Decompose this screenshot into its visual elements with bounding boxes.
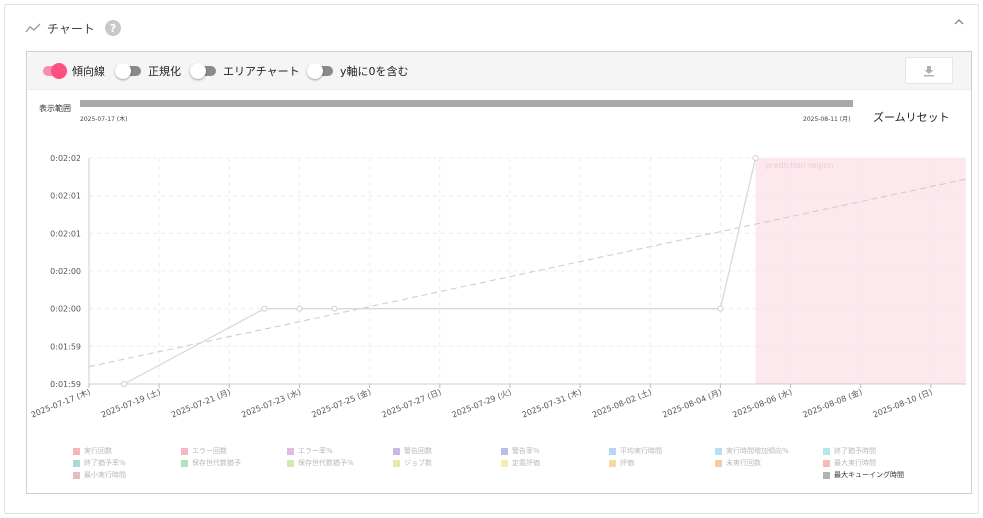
legend-label: 終了猶予率% — [84, 459, 126, 467]
y-tick-label: 0:02:00 — [50, 267, 81, 276]
legend-label: 警告回数 — [404, 447, 432, 455]
legend-swatch — [393, 459, 400, 467]
legend-item[interactable]: 保存世代数猶予% — [287, 458, 354, 468]
legend-item[interactable]: 評価 — [609, 458, 634, 468]
legend-item[interactable]: エラー回数 — [181, 446, 227, 456]
y-tick-label: 0:02:02 — [50, 154, 81, 163]
legend-item[interactable]: 警告回数 — [393, 446, 432, 456]
x-tick-label: 2025-08-02 (土) — [591, 387, 653, 420]
legend-swatch — [501, 459, 508, 467]
legend-label: ジョブ数 — [404, 459, 432, 467]
legend-label: 最大実行時間 — [834, 459, 876, 467]
legend-swatch — [287, 447, 294, 455]
legend-label: 定義評価 — [512, 459, 540, 467]
legend-label: 警告率% — [512, 447, 540, 455]
legend-swatch — [715, 459, 722, 467]
data-point — [331, 305, 338, 312]
legend-swatch — [393, 447, 400, 455]
help-icon[interactable]: ? — [104, 20, 121, 36]
legend-label: 保存世代数猶予 — [192, 459, 241, 467]
legend-swatch — [73, 447, 80, 455]
legend-item[interactable]: 定義評価 — [501, 458, 540, 468]
x-tick-label: 2025-07-19 (土) — [99, 387, 161, 420]
legend-swatch — [823, 459, 830, 467]
legend-item[interactable]: 最大キューイング時間 — [823, 470, 904, 480]
legend-swatch — [73, 471, 80, 479]
line-chart: prediction region 0:01:59 0:01:59 0:02:00 0:… — [29, 154, 967, 420]
legend-label: 実行時間増加傾向% — [726, 447, 789, 455]
y-tick-label: 0:01:59 — [50, 342, 81, 351]
legend-swatch — [287, 459, 294, 467]
chart-container: 傾向線 正規化 エリアチャート y軸に0を含む 表示範囲 2025-07-17 … — [26, 51, 972, 494]
legend-item[interactable]: 未実行回数 — [715, 458, 761, 468]
legend-item[interactable]: 最大実行時間 — [823, 458, 876, 468]
legend-item[interactable]: 最小実行時間 — [73, 470, 126, 480]
chevron-up-icon[interactable] — [952, 15, 966, 29]
x-tick-label: 2025-07-29 (火) — [451, 388, 513, 420]
legend-label: 保存世代数猶予% — [298, 459, 354, 467]
x-tick-label: 2025-07-21 (月) — [170, 388, 232, 420]
y-tick-label: 0:02:00 — [50, 305, 81, 314]
legend-label: 評価 — [620, 459, 634, 467]
legend-swatch — [501, 447, 508, 455]
legend-swatch — [181, 459, 188, 467]
legend-swatch — [823, 471, 830, 479]
x-tick-label: 2025-08-10 (日) — [872, 388, 934, 420]
x-tick-label: 2025-07-31 (木) — [520, 387, 582, 420]
chart-panel: チャート ? 傾向線 正規化 エリアチャート y軸に0を含む 表示範囲 2025… — [4, 4, 979, 514]
legend-label: 平均実行時間 — [620, 447, 662, 455]
x-tick-label: 2025-07-17 (木) — [29, 387, 91, 420]
y-tick-label: 0:02:01 — [50, 229, 81, 238]
panel-title: チャート — [47, 21, 95, 36]
legend-label: 最小実行時間 — [84, 471, 126, 479]
legend-item[interactable]: 実行回数 — [73, 446, 112, 456]
x-tick-label: 2025-08-08 (金) — [801, 387, 863, 420]
legend-item[interactable]: エラー率% — [287, 446, 333, 456]
x-tick-label: 2025-08-04 (月) — [661, 388, 723, 420]
data-point — [752, 155, 759, 161]
legend-swatch — [609, 459, 616, 467]
x-tick-label: 2025-07-25 (金) — [310, 387, 372, 420]
legend-item[interactable]: 終了猶予率% — [73, 458, 126, 468]
data-point — [261, 305, 268, 312]
legend-label: エラー率% — [298, 447, 333, 455]
legend-label: 最大キューイング時間 — [834, 471, 904, 479]
prediction-region-label: prediction region — [766, 161, 834, 170]
data-point — [717, 305, 724, 312]
legend-swatch — [609, 447, 616, 455]
data-point — [121, 381, 128, 387]
legend-label: エラー回数 — [192, 447, 227, 455]
line-chart-icon — [25, 23, 41, 33]
legend-item[interactable]: 平均実行時間 — [609, 446, 662, 456]
y-tick-label: 0:01:59 — [50, 380, 81, 389]
legend-swatch — [181, 447, 188, 455]
y-tick-label: 0:02:01 — [50, 192, 81, 201]
legend-label: 未実行回数 — [726, 459, 761, 467]
legend-item[interactable]: 実行時間増加傾向% — [715, 446, 789, 456]
legend-swatch — [715, 447, 722, 455]
legend-item[interactable]: ジョブ数 — [393, 458, 432, 468]
x-tick-label: 2025-07-27 (日) — [381, 388, 443, 420]
legend-swatch — [73, 459, 80, 467]
legend-item[interactable]: 警告率% — [501, 446, 540, 456]
legend-label: 終了猶予時間 — [834, 447, 876, 455]
x-tick-label: 2025-08-06 (水) — [731, 387, 793, 420]
legend-label: 実行回数 — [84, 447, 112, 455]
legend-item[interactable]: 保存世代数猶予 — [181, 458, 241, 468]
legend-item[interactable]: 終了猶予時間 — [823, 446, 876, 456]
data-point — [296, 305, 303, 312]
legend-swatch — [823, 447, 830, 455]
x-tick-label: 2025-07-23 (水) — [240, 387, 302, 420]
panel-header: チャート ? — [25, 19, 121, 37]
